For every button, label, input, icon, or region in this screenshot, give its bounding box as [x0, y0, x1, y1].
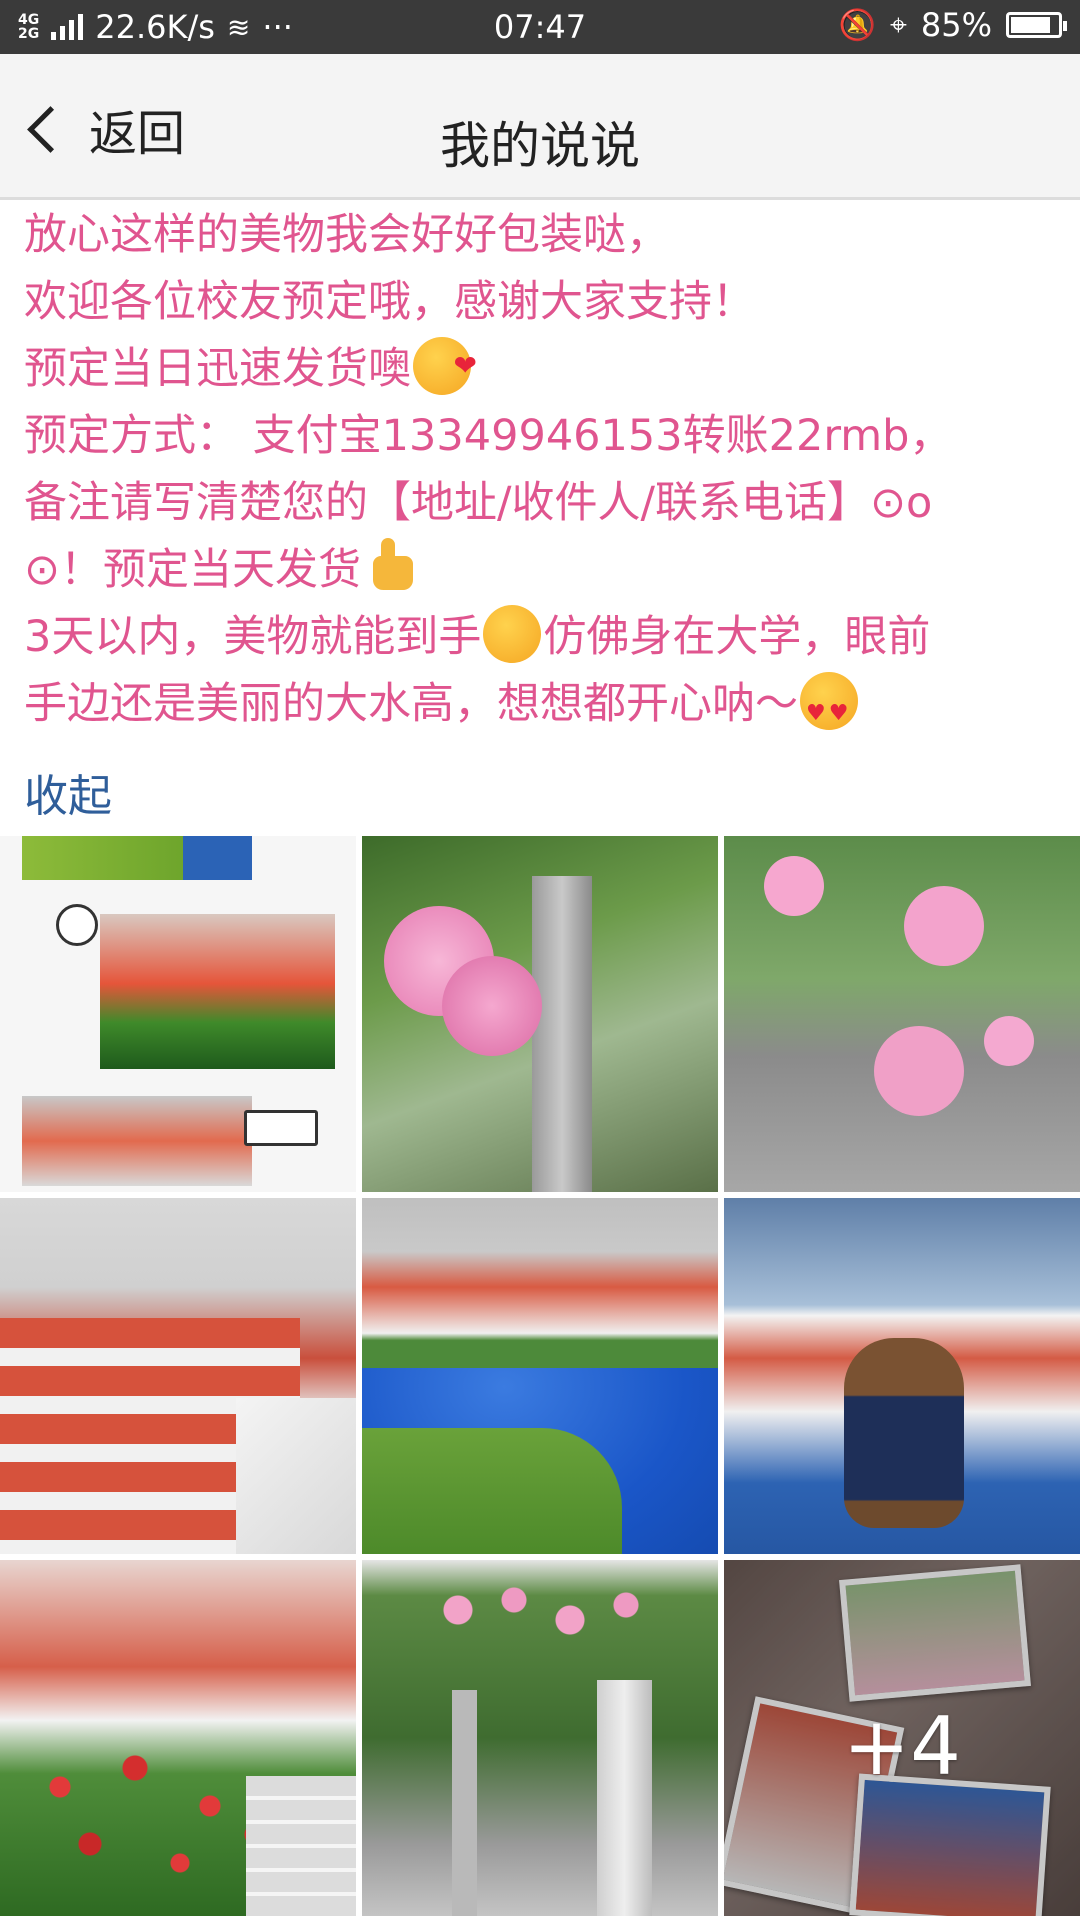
kiss-emoji-icon — [413, 332, 477, 399]
post-line: 备注请写清楚您的【地址/收件人/联系电话】⊙o — [24, 478, 933, 528]
more-photos-count: +4 — [843, 1700, 961, 1793]
post-line: 3天以内，美物就能到手 仿佛身在大学，眼前 — [24, 604, 1064, 671]
post-line: 放心这样的美物我会好好包装哒， — [24, 210, 669, 260]
photo-thumbnail[interactable] — [0, 1198, 356, 1554]
battery-percent: 85% — [920, 6, 992, 44]
status-bar: 4G 2G 22.6K/s ≋ ··· 07:47 🔕 ⌖ 85% — [0, 0, 1080, 54]
post-line-text: 3天以内，美物就能到手 — [24, 612, 482, 662]
post-line: 手边还是美丽的大水高，想想都开心呐～ — [24, 671, 1064, 747]
post-line-text: 预定当日迅速发货噢 — [24, 344, 411, 394]
post-text: 放心这样的美物我会好好包装哒， 欢迎各位校友预定哦，感谢大家支持！ 预定当日迅速… — [24, 202, 1064, 747]
post-line: ⊙！预定当天发货 — [24, 537, 1064, 604]
status-right: 🔕 ⌖ 85% — [838, 6, 1067, 44]
post-line: 预定方式： 支付宝13349946153转账22rmb， — [24, 411, 953, 461]
photo-thumbnail[interactable] — [362, 836, 718, 1192]
post-line: 预定当日迅速发货噢 — [24, 332, 1064, 403]
collapse-link[interactable]: 收起 — [24, 760, 112, 824]
photo-thumbnail[interactable] — [724, 836, 1080, 1192]
post-line-text: 仿佛身在大学，眼前 — [543, 612, 931, 662]
smirk-emoji-icon — [483, 605, 542, 663]
page-title: 我的说说 — [440, 117, 640, 175]
post-line-text: 手边还是美丽的大水高，想想都开心呐～ — [24, 679, 798, 729]
photo-thumbnail[interactable] — [724, 1198, 1080, 1554]
battery-level — [1011, 17, 1050, 33]
more-photos-thumbnail[interactable]: +4 — [724, 1560, 1080, 1916]
mute-bell-icon: 🔕 — [838, 7, 876, 43]
heart-eyes-emoji-icon — [800, 672, 858, 747]
location-icon: ⌖ — [889, 7, 907, 43]
post-line: 欢迎各位校友预定哦，感谢大家支持！ — [24, 277, 755, 327]
photo-thumbnail[interactable] — [0, 1560, 356, 1916]
photo-thumbnail[interactable] — [0, 836, 356, 1192]
photo-thumbnail[interactable] — [362, 1560, 718, 1916]
header: 返回 我的说说 — [0, 54, 1080, 200]
photo-thumbnail[interactable] — [362, 1198, 718, 1554]
thumbs-up-emoji-icon — [363, 538, 421, 596]
battery-icon — [1006, 12, 1067, 38]
post-line-text: ⊙！预定当天发货 — [24, 545, 362, 595]
